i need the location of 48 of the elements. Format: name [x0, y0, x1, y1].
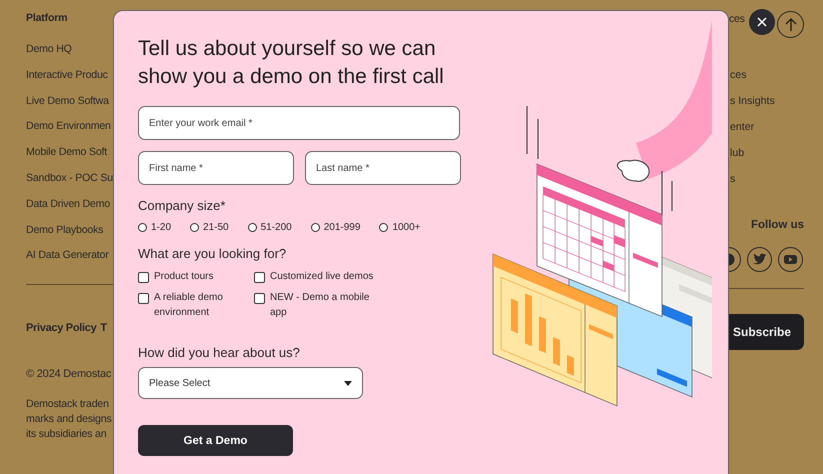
- field-label: What are you looking for?: [138, 246, 288, 261]
- checkbox-option[interactable]: A reliable demo environment: [138, 290, 254, 320]
- dialog-title: Tell us about yourself so we can show you a demo on the first call: [138, 36, 445, 90]
- footer-link[interactable]: Live Demo Softwa: [26, 94, 113, 108]
- follow-label: Follow us: [750, 219, 804, 231]
- caret-icon: [344, 380, 352, 386]
- email-field[interactable]: Enter your work email *: [138, 106, 460, 140]
- arrow-up-icon: [784, 18, 798, 32]
- close-button[interactable]: [749, 9, 775, 35]
- checkbox-option[interactable]: Product tours: [138, 269, 254, 284]
- radio-option[interactable]: 201-999: [310, 222, 360, 233]
- radio-option[interactable]: 1-20: [138, 222, 172, 233]
- footer-link[interactable]: s: [730, 173, 804, 186]
- footer-link[interactable]: Demo HQ: [26, 43, 113, 56]
- footer-link[interactable]: s Insights: [730, 95, 804, 108]
- field-label: Company size*: [138, 198, 226, 213]
- footer-link[interactable]: Interactive Produc: [26, 68, 113, 82]
- get-demo-button[interactable]: Get a Demo: [138, 425, 293, 456]
- footer-link[interactable]: AI Data Generator: [26, 249, 113, 262]
- source-dropdown[interactable]: Please Select: [138, 367, 363, 399]
- scroll-top-button[interactable]: [777, 11, 804, 38]
- footer-link[interactable]: Sandbox - POC Su: [26, 172, 113, 185]
- footer-link[interactable]: Data Driven Demo: [26, 198, 113, 211]
- checkbox-option[interactable]: NEW - Demo a mobile app: [254, 290, 384, 320]
- footer-link[interactable]: Demo Playbooks: [26, 224, 113, 237]
- footer-link[interactable]: Demo Environmen: [26, 120, 113, 134]
- checkbox-option[interactable]: Customized live demos: [254, 269, 384, 284]
- radio-option[interactable]: 21-50: [190, 222, 229, 233]
- first-name-field[interactable]: First name *: [138, 151, 294, 185]
- legal-link[interactable]: T: [100, 322, 107, 334]
- footer-link[interactable]: ces: [729, 13, 745, 25]
- trademark-text: its subsidiaries an: [26, 427, 108, 442]
- radio-option[interactable]: 1000+: [379, 222, 421, 233]
- radio-option[interactable]: 51-200: [248, 222, 292, 233]
- twitter-bird-icon[interactable]: [747, 247, 772, 272]
- footer-link[interactable]: Mobile Demo Soft: [26, 146, 113, 160]
- footer-link[interactable]: lub: [730, 147, 804, 160]
- close-icon: [757, 17, 767, 27]
- trademark-text: marks and designs: [26, 412, 113, 428]
- footer-link[interactable]: enter: [730, 121, 804, 134]
- last-name-field[interactable]: Last name *: [305, 151, 461, 185]
- copyright-text: © 2024 Demostac: [26, 368, 112, 380]
- legal-link[interactable]: Privacy Policy: [26, 322, 96, 334]
- field-label: How did you hear about us?: [138, 345, 301, 360]
- footer-link[interactable]: ces: [730, 69, 804, 82]
- footer-heading: Platform: [26, 12, 68, 26]
- trademark-text: Demostack traden: [26, 397, 110, 412]
- video-play-icon[interactable]: [778, 247, 803, 272]
